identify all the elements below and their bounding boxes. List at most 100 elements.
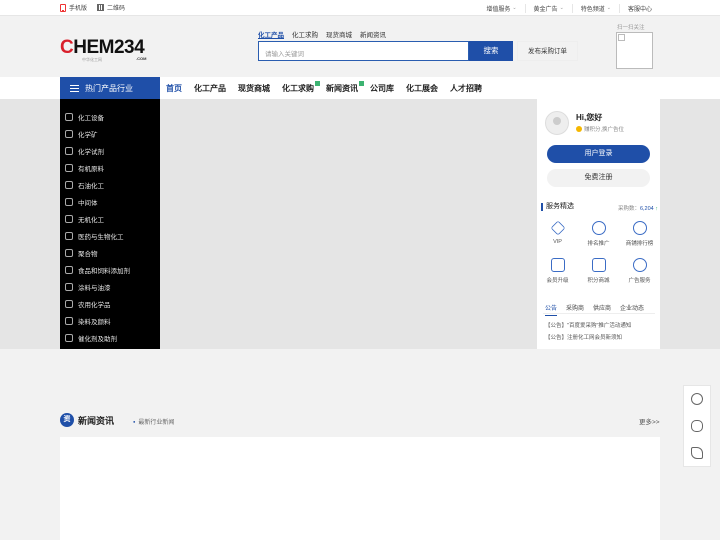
phone-icon[interactable] bbox=[691, 446, 703, 459]
service-label: 排名推广 bbox=[587, 241, 610, 247]
medal-icon bbox=[591, 221, 606, 235]
tab-company-news[interactable]: 企业动态 bbox=[620, 303, 644, 316]
news-more-link[interactable]: 更多>> bbox=[639, 416, 660, 426]
service-label: 会员升级 bbox=[546, 278, 569, 284]
top-bar: 手机版 二维码 增值服务 ⌄ 黄金广告 ⌄ 特色频道 ⌄ 客服中心 bbox=[0, 0, 720, 16]
caret-down-icon: ⌄ bbox=[559, 5, 564, 11]
purchase-count-value: 6,204 bbox=[639, 206, 654, 212]
topbar-menu-featured[interactable]: 特色频道 ⌄ bbox=[571, 3, 619, 13]
topbar-menu-gold-ads[interactable]: 黄金广告 ⌄ bbox=[524, 3, 572, 13]
notice-tabs: 公告 采购商 供应商 企业动态 bbox=[545, 303, 644, 316]
logo-rest: HEM234 bbox=[73, 37, 145, 58]
points-label: 赚积分,换广告位 bbox=[584, 127, 625, 133]
headset-icon[interactable] bbox=[691, 393, 703, 406]
topbar-menu-label: 客服中心 bbox=[627, 6, 652, 13]
services-grid: VIP 排名推广 商铺排行榜 会员升级 积分商城 广告服务 bbox=[537, 220, 660, 284]
nav-item-label: 化工产品 bbox=[194, 83, 226, 93]
search-tab-mall[interactable]: 现货商城 bbox=[326, 29, 352, 39]
service-ads[interactable]: 广告服务 bbox=[619, 258, 660, 284]
category-item[interactable]: 医药与生物化工 bbox=[60, 227, 160, 244]
category-item[interactable]: 催化剂及助剂 bbox=[60, 329, 160, 346]
avatar bbox=[545, 111, 569, 135]
notice-item[interactable]: 【公告】注册化工网会员新须知 bbox=[545, 332, 631, 344]
nav-item-label: 化工展会 bbox=[406, 83, 438, 93]
service-upgrade[interactable]: 会员升级 bbox=[537, 258, 578, 284]
service-points-mall[interactable]: 积分商城 bbox=[578, 258, 619, 284]
nav-item-news[interactable]: 新闻资讯 bbox=[326, 80, 364, 94]
topbar-menu-value-added[interactable]: 增值服务 ⌄ bbox=[478, 4, 524, 13]
category-label: 食品和饲料添加剂 bbox=[78, 267, 130, 275]
category-item[interactable]: 无机化工 bbox=[60, 210, 160, 227]
logo-wordmark: CHEM234 bbox=[60, 38, 150, 58]
service-ranking[interactable]: 排名推广 bbox=[578, 221, 619, 247]
mobile-label: 手机版 bbox=[69, 6, 88, 12]
nav-item-home[interactable]: 首页 bbox=[166, 83, 182, 94]
topbar-menu-support[interactable]: 客服中心 bbox=[618, 3, 660, 13]
login-button[interactable]: 用户登录 bbox=[547, 145, 650, 163]
nav-item-label: 化工求购 bbox=[282, 83, 314, 93]
qr-link[interactable]: 二维码 bbox=[97, 3, 125, 12]
wechat-icon[interactable] bbox=[691, 419, 703, 432]
services-title: 服务精选 bbox=[541, 203, 574, 211]
category-label: 医药与生物化工 bbox=[78, 233, 124, 241]
category-item[interactable]: 化学矿 bbox=[60, 125, 160, 142]
category-item[interactable]: 化学试剂 bbox=[60, 142, 160, 159]
news-section-subtitle: 最新行业新闻 bbox=[133, 417, 174, 426]
publish-order-button[interactable]: 发布采购订单 bbox=[517, 41, 578, 61]
category-item[interactable]: 中间体 bbox=[60, 193, 160, 210]
category-item[interactable]: 聚合物 bbox=[60, 244, 160, 261]
nav-item-products[interactable]: 化工产品 bbox=[194, 83, 226, 94]
search-input[interactable]: 请输入关键词 bbox=[258, 41, 469, 61]
ad-icon bbox=[632, 258, 647, 272]
site-logo[interactable]: CHEM234 中华化工网 .COM bbox=[60, 38, 150, 66]
equipment-icon bbox=[65, 112, 73, 121]
service-shop-ranking[interactable]: 商铺排行榜 bbox=[619, 221, 660, 247]
tab-notice[interactable]: 公告 bbox=[545, 303, 558, 316]
news-section-icon: 资 bbox=[60, 413, 74, 427]
inorganic-icon bbox=[65, 214, 73, 223]
notice-item[interactable]: 【公告】"百度爱采购"推广活动通知 bbox=[545, 320, 631, 332]
search-tabs: 化工产品 化工求购 现货商城 新闻资讯 bbox=[258, 29, 386, 39]
category-item[interactable]: 食品和饲料添加剂 bbox=[60, 261, 160, 278]
nav-item-exhibitions[interactable]: 化工展会 bbox=[406, 83, 438, 94]
category-item[interactable]: 农用化学品 bbox=[60, 295, 160, 312]
hot-categories-header[interactable]: 热门产品行业 bbox=[60, 77, 160, 99]
tab-buyers[interactable]: 采购商 bbox=[566, 303, 584, 316]
nav-item-jobs[interactable]: 人才招聘 bbox=[450, 83, 482, 94]
nav-item-mall[interactable]: 现货商城 bbox=[238, 83, 270, 94]
search-button[interactable]: 搜索 bbox=[469, 41, 513, 61]
main-nav: 热门产品行业 首页 化工产品 现货商城 化工求购 新闻资讯 公司库 化工展会 人… bbox=[0, 77, 720, 99]
category-item[interactable]: 染料及颜料 bbox=[60, 312, 160, 329]
user-panel: Hi,您好 赚积分,换广告位 用户登录 免费注册 服务精选 采购数：6,204 … bbox=[537, 99, 660, 349]
topbar-menu-label: 增值服务 bbox=[486, 6, 511, 13]
category-item[interactable]: 化工设备 bbox=[60, 108, 160, 125]
mobile-link[interactable]: 手机版 bbox=[60, 3, 87, 12]
food-additive-icon bbox=[65, 265, 73, 274]
register-button[interactable]: 免费注册 bbox=[547, 169, 650, 187]
nav-item-companies[interactable]: 公司库 bbox=[370, 83, 394, 94]
service-vip[interactable]: VIP bbox=[537, 220, 578, 247]
category-label: 无机化工 bbox=[78, 216, 104, 224]
category-label: 有机原料 bbox=[78, 165, 104, 173]
category-item[interactable]: 有机原料 bbox=[60, 159, 160, 176]
tab-suppliers[interactable]: 供应商 bbox=[593, 303, 611, 316]
category-item[interactable]: 石油化工 bbox=[60, 176, 160, 193]
notice-list: 【公告】"百度爱采购"推广活动通知 【公告】注册化工网会员新须知 bbox=[545, 320, 631, 344]
category-item[interactable]: 涂料与油漆 bbox=[60, 278, 160, 295]
floating-toolbar bbox=[683, 385, 711, 467]
flask-icon bbox=[65, 231, 73, 240]
agro-icon bbox=[65, 299, 73, 308]
search-tab-purchase[interactable]: 化工求购 bbox=[292, 29, 318, 39]
nav-item-purchase[interactable]: 化工求购 bbox=[282, 80, 320, 94]
nav-items: 首页 化工产品 现货商城 化工求购 新闻资讯 公司库 化工展会 人才招聘 bbox=[166, 77, 482, 99]
category-label: 化学矿 bbox=[78, 131, 98, 139]
mineral-icon bbox=[65, 129, 73, 138]
search-tab-news[interactable]: 新闻资讯 bbox=[360, 29, 386, 39]
logo-subtitle: 中华化工网 bbox=[82, 57, 102, 62]
coin-icon bbox=[576, 126, 582, 132]
upgrade-icon bbox=[550, 258, 565, 272]
points-link[interactable]: 赚积分,换广告位 bbox=[576, 125, 624, 133]
hot-categories-label: 热门产品行业 bbox=[85, 83, 133, 93]
service-label: 商铺排行榜 bbox=[625, 241, 654, 247]
search-tab-products[interactable]: 化工产品 bbox=[258, 29, 284, 39]
